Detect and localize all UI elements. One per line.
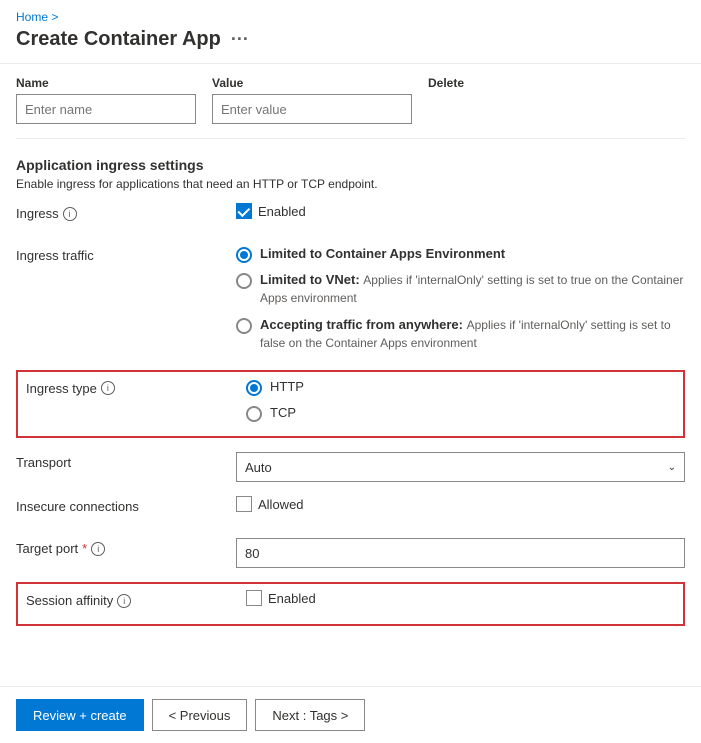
target-port-control [236, 538, 685, 568]
session-affinity-highlighted-row: Session affinity i Enabled [16, 582, 685, 626]
traffic-option2-row[interactable]: Limited to VNet: Applies if 'internalOnl… [236, 271, 685, 307]
ingress-enabled-row[interactable]: Enabled [236, 203, 685, 219]
ingress-type-http-radio[interactable] [246, 380, 262, 396]
target-port-input[interactable] [236, 538, 685, 568]
traffic-option1-row[interactable]: Limited to Container Apps Environment [236, 245, 685, 263]
session-affinity-info-icon[interactable]: i [117, 594, 131, 608]
insecure-checkbox-row[interactable]: Allowed [236, 496, 685, 512]
ingress-traffic-field-row: Ingress traffic Limited to Container App… [16, 245, 685, 356]
nvd-delete-header: Delete [428, 76, 508, 90]
traffic-option2-radio[interactable] [236, 273, 252, 289]
ingress-section-title: Application ingress settings [16, 157, 685, 173]
insecure-field-row: Insecure connections Allowed [16, 496, 685, 524]
transport-field-row: Transport Auto ⌄ [16, 452, 685, 482]
ingress-type-tcp-radio[interactable] [246, 406, 262, 422]
ingress-section-desc: Enable ingress for applications that nee… [16, 177, 685, 191]
insecure-label: Insecure connections [16, 496, 236, 514]
ingress-type-http-row[interactable]: HTTP [246, 378, 675, 396]
breadcrumb-home[interactable]: Home [16, 10, 48, 24]
traffic-option3-radio[interactable] [236, 318, 252, 334]
page-title: Create Container App [16, 28, 221, 51]
session-affinity-checkbox[interactable] [246, 590, 262, 606]
previous-button[interactable]: < Previous [152, 699, 248, 731]
target-port-info-icon[interactable]: i [91, 542, 105, 556]
nvd-value-header: Value [212, 76, 412, 90]
ingress-control: Enabled [236, 203, 685, 219]
ingress-enabled-label: Enabled [258, 204, 306, 219]
ingress-type-info-icon[interactable]: i [101, 381, 115, 395]
ingress-field-row: Ingress i Enabled [16, 203, 685, 231]
target-port-label: Target port * i [16, 538, 236, 556]
target-port-field-row: Target port * i [16, 538, 685, 568]
next-button[interactable]: Next : Tags > [255, 699, 365, 731]
session-affinity-checkbox-row[interactable]: Enabled [246, 590, 675, 606]
traffic-option3-label: Accepting traffic from anywhere: Applies… [260, 316, 685, 352]
page-title-container: Create Container App ··· [0, 28, 701, 63]
ingress-label: Ingress i [16, 203, 236, 221]
value-input[interactable] [212, 94, 412, 124]
review-create-button[interactable]: Review + create [16, 699, 144, 731]
transport-dropdown[interactable]: Auto ⌄ [236, 452, 685, 482]
insecure-control: Allowed [236, 496, 685, 512]
transport-control: Auto ⌄ [236, 452, 685, 482]
transport-label: Transport [16, 452, 236, 470]
session-affinity-enabled-label: Enabled [268, 591, 316, 606]
traffic-option3-row[interactable]: Accepting traffic from anywhere: Applies… [236, 316, 685, 352]
insecure-allowed-label: Allowed [258, 497, 304, 512]
ingress-type-field-row: Ingress type i HTTP TCP [26, 378, 675, 426]
nvd-name-header: Name [16, 76, 196, 90]
session-affinity-field-row: Session affinity i Enabled [26, 590, 675, 618]
ingress-type-tcp-label: TCP [270, 404, 296, 422]
nvd-table: Name Value Delete [16, 76, 685, 124]
session-affinity-label: Session affinity i [26, 590, 246, 608]
breadcrumb-separator: > [51, 10, 58, 24]
ingress-type-tcp-row[interactable]: TCP [246, 404, 675, 422]
transport-value: Auto [245, 460, 272, 475]
ingress-type-label: Ingress type i [26, 378, 246, 396]
page-title-dots[interactable]: ··· [231, 29, 249, 50]
title-divider [0, 63, 701, 64]
traffic-option1-radio[interactable] [236, 247, 252, 263]
ingress-traffic-label: Ingress traffic [16, 245, 236, 263]
ingress-type-http-label: HTTP [270, 378, 304, 396]
required-star: * [82, 541, 87, 556]
ingress-info-icon[interactable]: i [63, 207, 77, 221]
traffic-option2-label: Limited to VNet: Applies if 'internalOnl… [260, 271, 685, 307]
dropdown-arrow-icon: ⌄ [668, 462, 676, 473]
bottom-bar: Review + create < Previous Next : Tags > [0, 686, 701, 743]
insecure-checkbox[interactable] [236, 496, 252, 512]
nvd-row [16, 94, 685, 124]
section-divider [16, 138, 685, 139]
nvd-headers: Name Value Delete [16, 76, 685, 90]
traffic-option1-label: Limited to Container Apps Environment [260, 245, 505, 263]
ingress-checkbox[interactable] [236, 203, 252, 219]
breadcrumb: Home > [0, 0, 701, 28]
ingress-traffic-control: Limited to Container Apps Environment Li… [236, 245, 685, 356]
session-affinity-control: Enabled [246, 590, 675, 606]
ingress-type-control: HTTP TCP [246, 378, 675, 426]
name-input[interactable] [16, 94, 196, 124]
ingress-type-highlighted-row: Ingress type i HTTP TCP [16, 370, 685, 438]
